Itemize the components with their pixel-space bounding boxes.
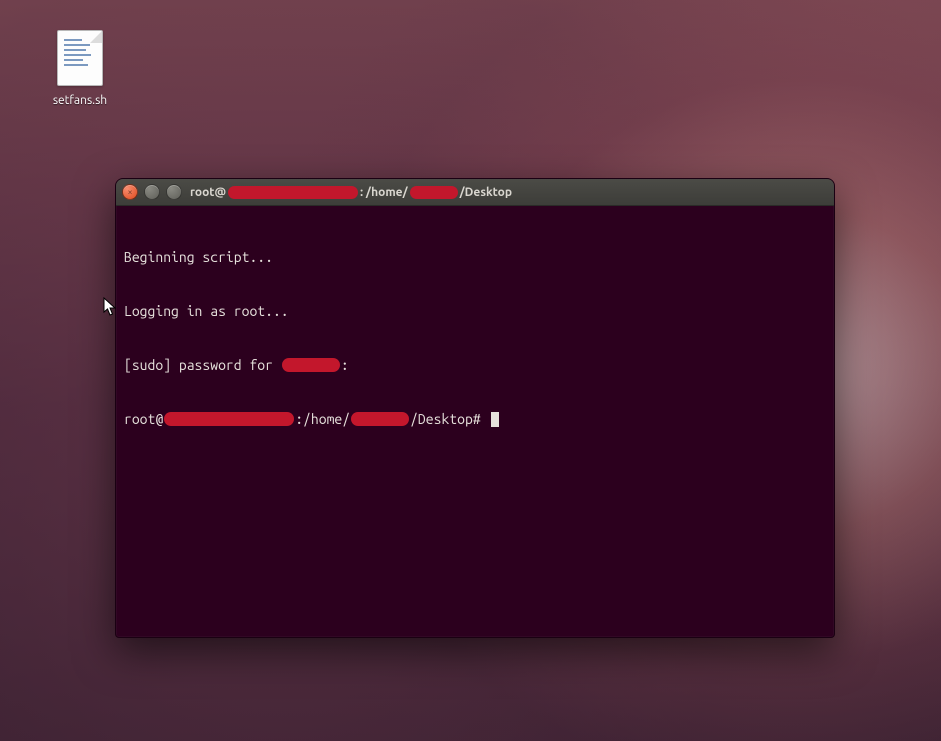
terminal-text: Beginning script...: [124, 248, 273, 266]
window-minimize-button[interactable]: [144, 184, 160, 200]
terminal-line: Beginning script...: [124, 248, 826, 266]
terminal-line: [sudo] password for :: [124, 356, 826, 374]
desktop-file-label: setfans.sh: [49, 92, 111, 109]
terminal-window[interactable]: × root@ : /home/ /Desktop Beginning scri…: [115, 178, 835, 638]
terminal-text: root@: [124, 410, 163, 428]
title-suffix: /Desktop: [460, 186, 512, 199]
desktop-file-setfans[interactable]: setfans.sh: [40, 30, 120, 109]
terminal-text: :: [341, 356, 349, 374]
redacted-hostname: [228, 186, 358, 199]
terminal-cursor: [491, 412, 499, 427]
window-title: root@ : /home/ /Desktop: [188, 186, 828, 199]
terminal-text: /Desktop#: [410, 410, 488, 428]
terminal-prompt-line: root@ :/home/ /Desktop#: [124, 410, 826, 428]
redacted-username: [282, 358, 340, 372]
terminal-text: :/home/: [295, 410, 350, 428]
shell-script-file-icon: [57, 30, 103, 86]
title-sep1: : /home/: [360, 186, 408, 199]
window-titlebar[interactable]: × root@ : /home/ /Desktop: [116, 179, 834, 206]
title-prefix: root@: [190, 186, 226, 199]
terminal-text: [sudo] password for: [124, 356, 281, 374]
redacted-username: [410, 186, 458, 199]
window-maximize-button[interactable]: [166, 184, 182, 200]
window-close-button[interactable]: ×: [122, 184, 138, 200]
redacted-hostname: [164, 412, 294, 426]
terminal-line: Logging in as root...: [124, 302, 826, 320]
terminal-text: Logging in as root...: [124, 302, 289, 320]
desktop-background: setfans.sh × root@ : /home/ /Desktop Beg…: [0, 0, 941, 741]
terminal-body[interactable]: Beginning script... Logging in as root..…: [116, 206, 834, 472]
redacted-username: [351, 412, 409, 426]
